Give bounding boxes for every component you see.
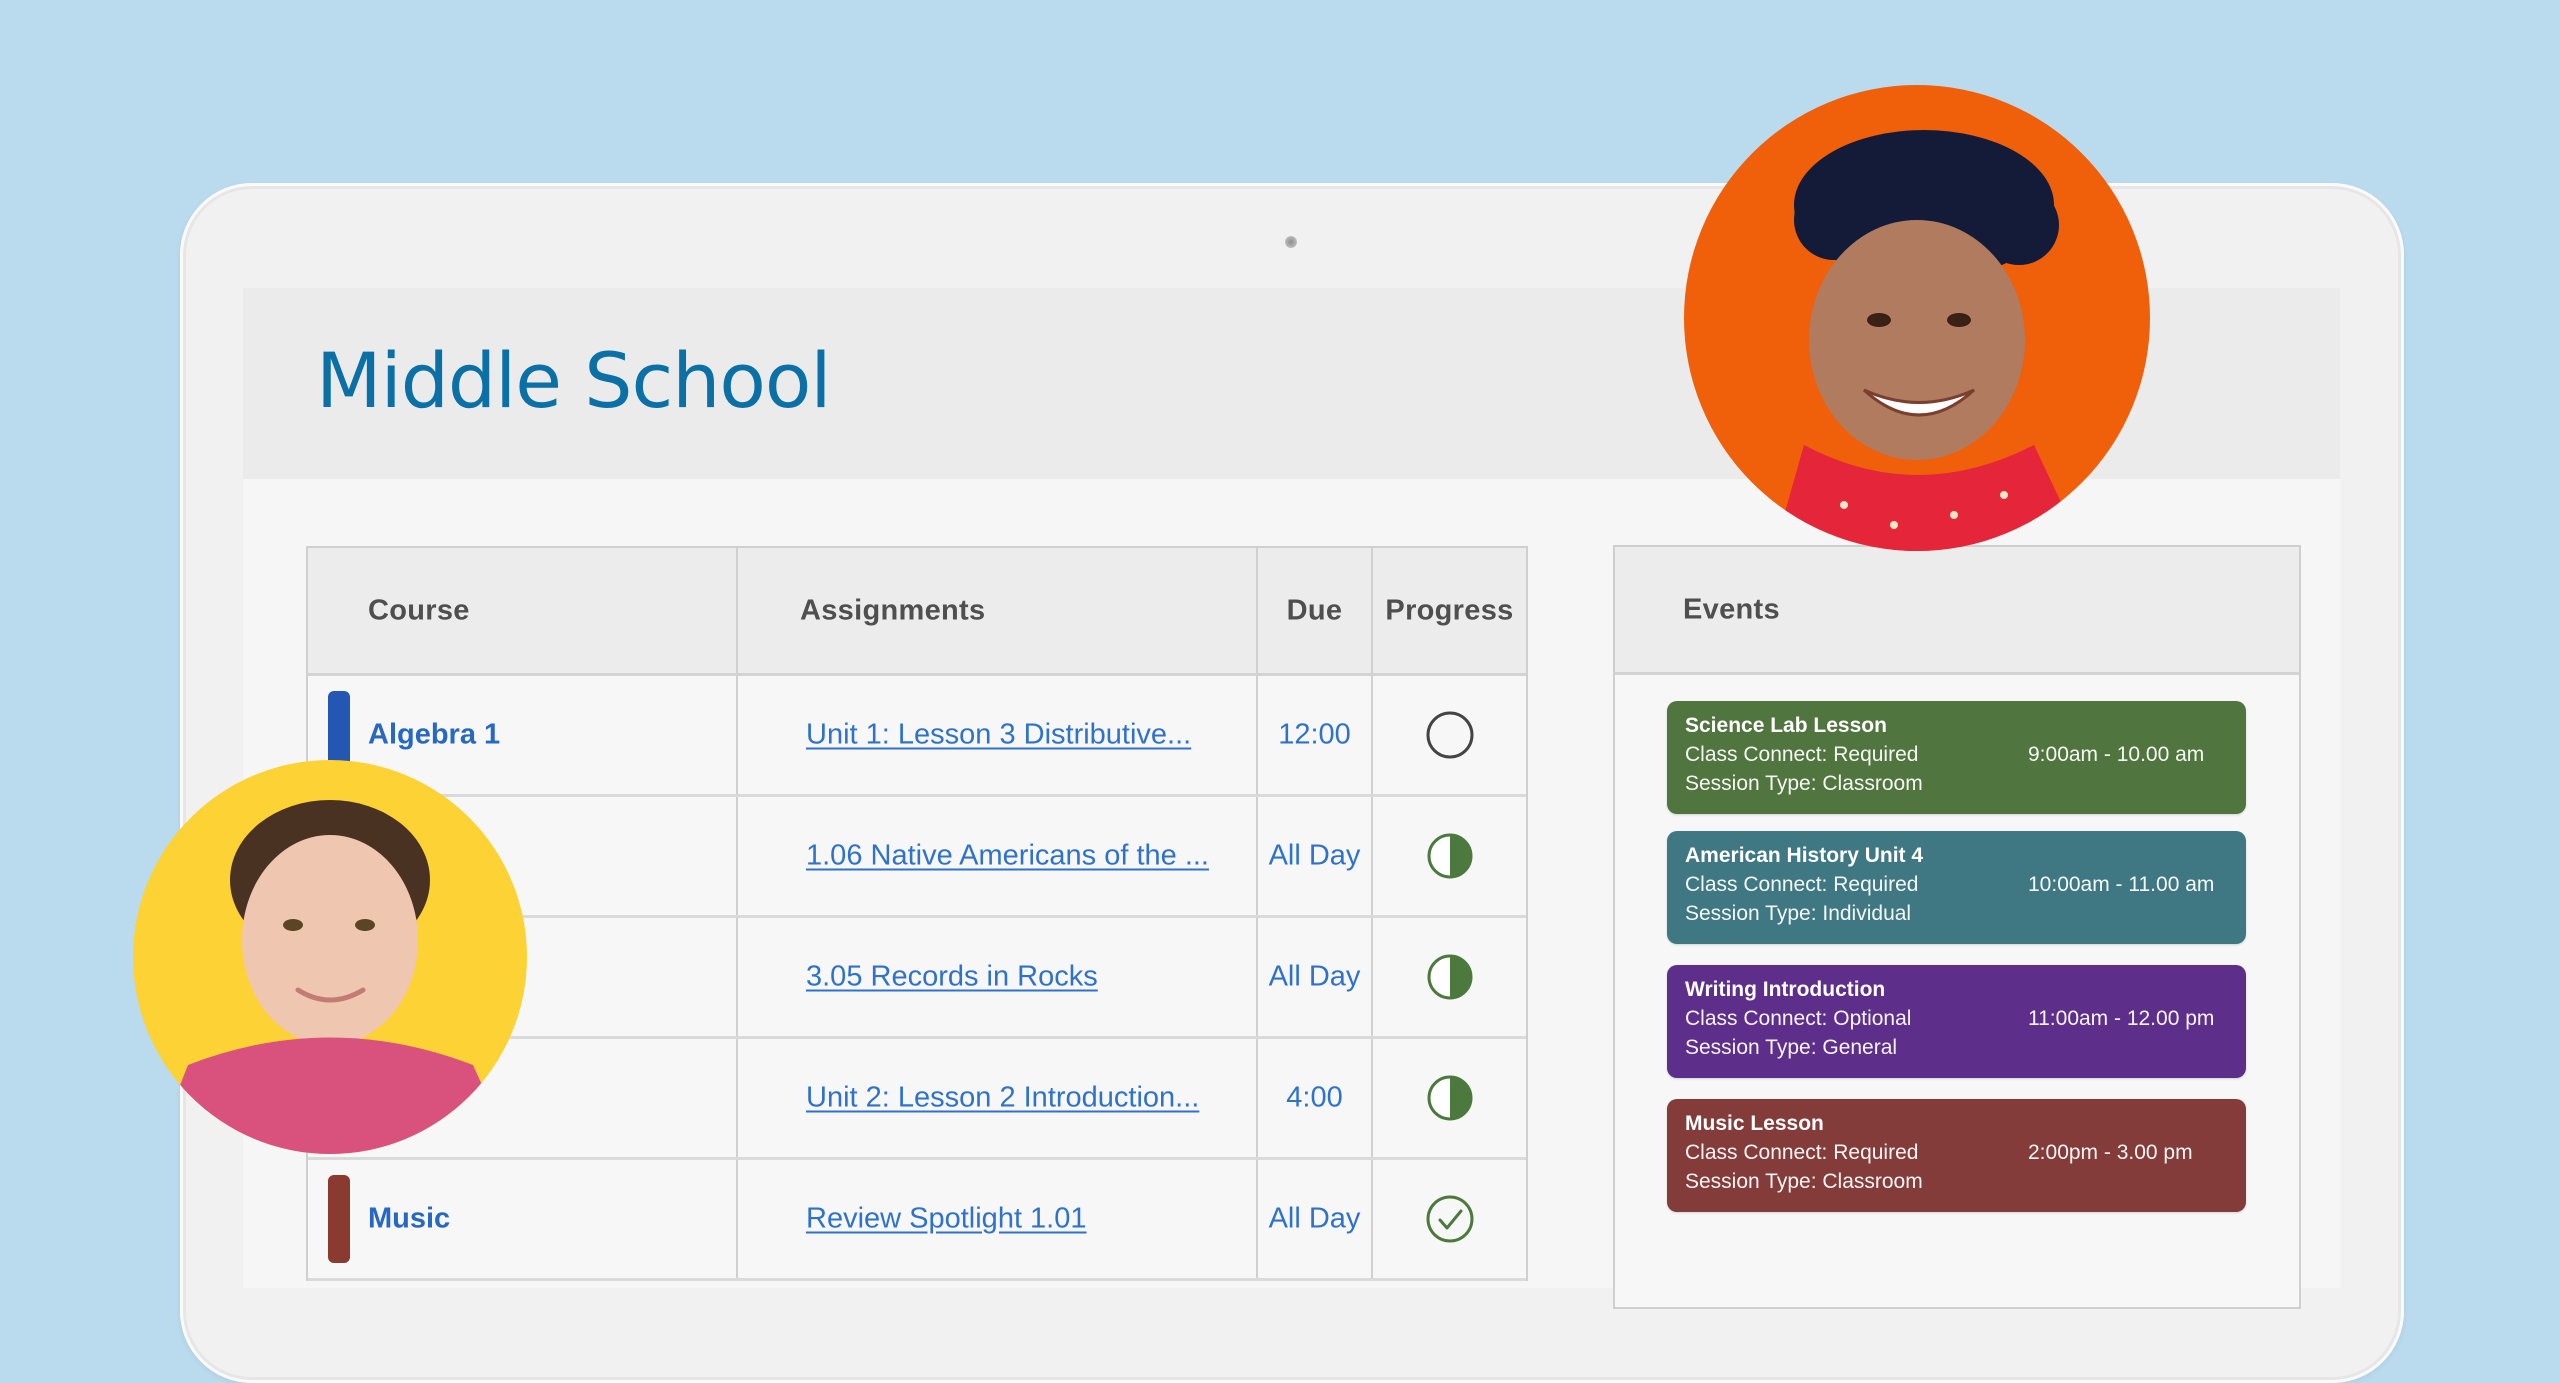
course-link[interactable]: Algebra 1 <box>368 719 500 752</box>
header-course: Course <box>308 548 738 673</box>
progress-half-icon <box>1427 954 1472 1000</box>
event-session-type: Session Type: Classroom <box>1685 1170 1923 1193</box>
event-card[interactable]: Writing Introduction Class Connect: Opti… <box>1667 965 2246 1078</box>
event-card[interactable]: Science Lab Lesson Class Connect: Requir… <box>1667 701 2246 814</box>
page-title: Middle School <box>316 336 832 425</box>
header-assignments-label: Assignments <box>800 594 986 626</box>
header-due-label: Due <box>1286 594 1343 626</box>
assignment-link[interactable]: Unit 2: Lesson 2 Introduction... <box>806 1082 1199 1115</box>
header-assignments: Assignments <box>738 548 1258 673</box>
event-time: 11:00am - 12.00 pm <box>2028 1007 2215 1030</box>
table-header-row: Course Assignments Due Progress <box>308 548 1526 676</box>
event-card[interactable]: American History Unit 4 Class Connect: R… <box>1667 831 2246 944</box>
events-panel: Events Science Lab Lesson Class Connect:… <box>1613 545 2301 1309</box>
student-photo-yellow-avatar <box>133 760 527 1154</box>
event-title: Science Lab Lesson <box>1685 714 1887 737</box>
student-girl-illustration-icon <box>1774 130 2084 551</box>
event-class-connect: Class Connect: Optional <box>1685 1007 1912 1030</box>
header-course-label: Course <box>368 594 470 626</box>
progress-half-icon <box>1427 833 1472 879</box>
student-photo-orange-avatar <box>1684 85 2150 551</box>
event-session-type: Session Type: Individual <box>1685 902 1912 925</box>
event-time: 2:00pm - 3.00 pm <box>2028 1141 2193 1164</box>
due-time: All Day <box>1268 1202 1361 1235</box>
event-class-connect: Class Connect: Required <box>1685 1141 1919 1164</box>
event-session-type: Session Type: General <box>1685 1036 1898 1059</box>
due-time: All Day <box>1268 960 1361 993</box>
due-time: All Day <box>1268 839 1361 872</box>
student-girl-illustration-icon <box>153 800 513 1154</box>
assignment-link[interactable]: Unit 1: Lesson 3 Distributive... <box>806 719 1191 752</box>
event-title: American History Unit 4 <box>1685 844 1924 867</box>
progress-not-started-icon <box>1426 711 1473 759</box>
events-header: Events <box>1615 547 2299 675</box>
event-session-type: Session Type: Classroom <box>1685 772 1923 795</box>
table-row: Music Review Spotlight 1.01 All Day <box>308 1160 1526 1281</box>
assignment-link[interactable]: Review Spotlight 1.01 <box>806 1203 1087 1236</box>
assignment-link[interactable]: 1.06 Native Americans of the ... <box>806 840 1209 873</box>
due-time: 12:00 <box>1278 718 1351 751</box>
event-time: 10:00am - 11.00 am <box>2028 873 2215 896</box>
table-row: Algebra 1 Unit 1: Lesson 3 Distributive.… <box>308 676 1526 797</box>
progress-half-icon <box>1427 1075 1472 1121</box>
header-progress-label: Progress <box>1385 594 1514 626</box>
assignment-link[interactable]: 3.05 Records in Rocks <box>806 961 1098 994</box>
event-class-connect: Class Connect: Required <box>1685 743 1919 766</box>
event-class-connect: Class Connect: Required <box>1685 873 1919 896</box>
header-due: Due <box>1258 548 1373 673</box>
course-color-bar <box>328 1175 350 1263</box>
events-header-label: Events <box>1683 593 1780 625</box>
event-time: 9:00am - 10.00 am <box>2028 743 2205 766</box>
event-card[interactable]: Music Lesson Class Connect: Required Ses… <box>1667 1099 2246 1212</box>
event-title: Writing Introduction <box>1685 978 1886 1001</box>
camera-dot <box>1285 236 1297 248</box>
due-time: 4:00 <box>1286 1081 1343 1114</box>
course-link[interactable]: Music <box>368 1203 450 1236</box>
header-progress: Progress <box>1373 548 1526 673</box>
progress-complete-check-icon <box>1426 1195 1473 1243</box>
event-title: Music Lesson <box>1685 1112 1824 1135</box>
